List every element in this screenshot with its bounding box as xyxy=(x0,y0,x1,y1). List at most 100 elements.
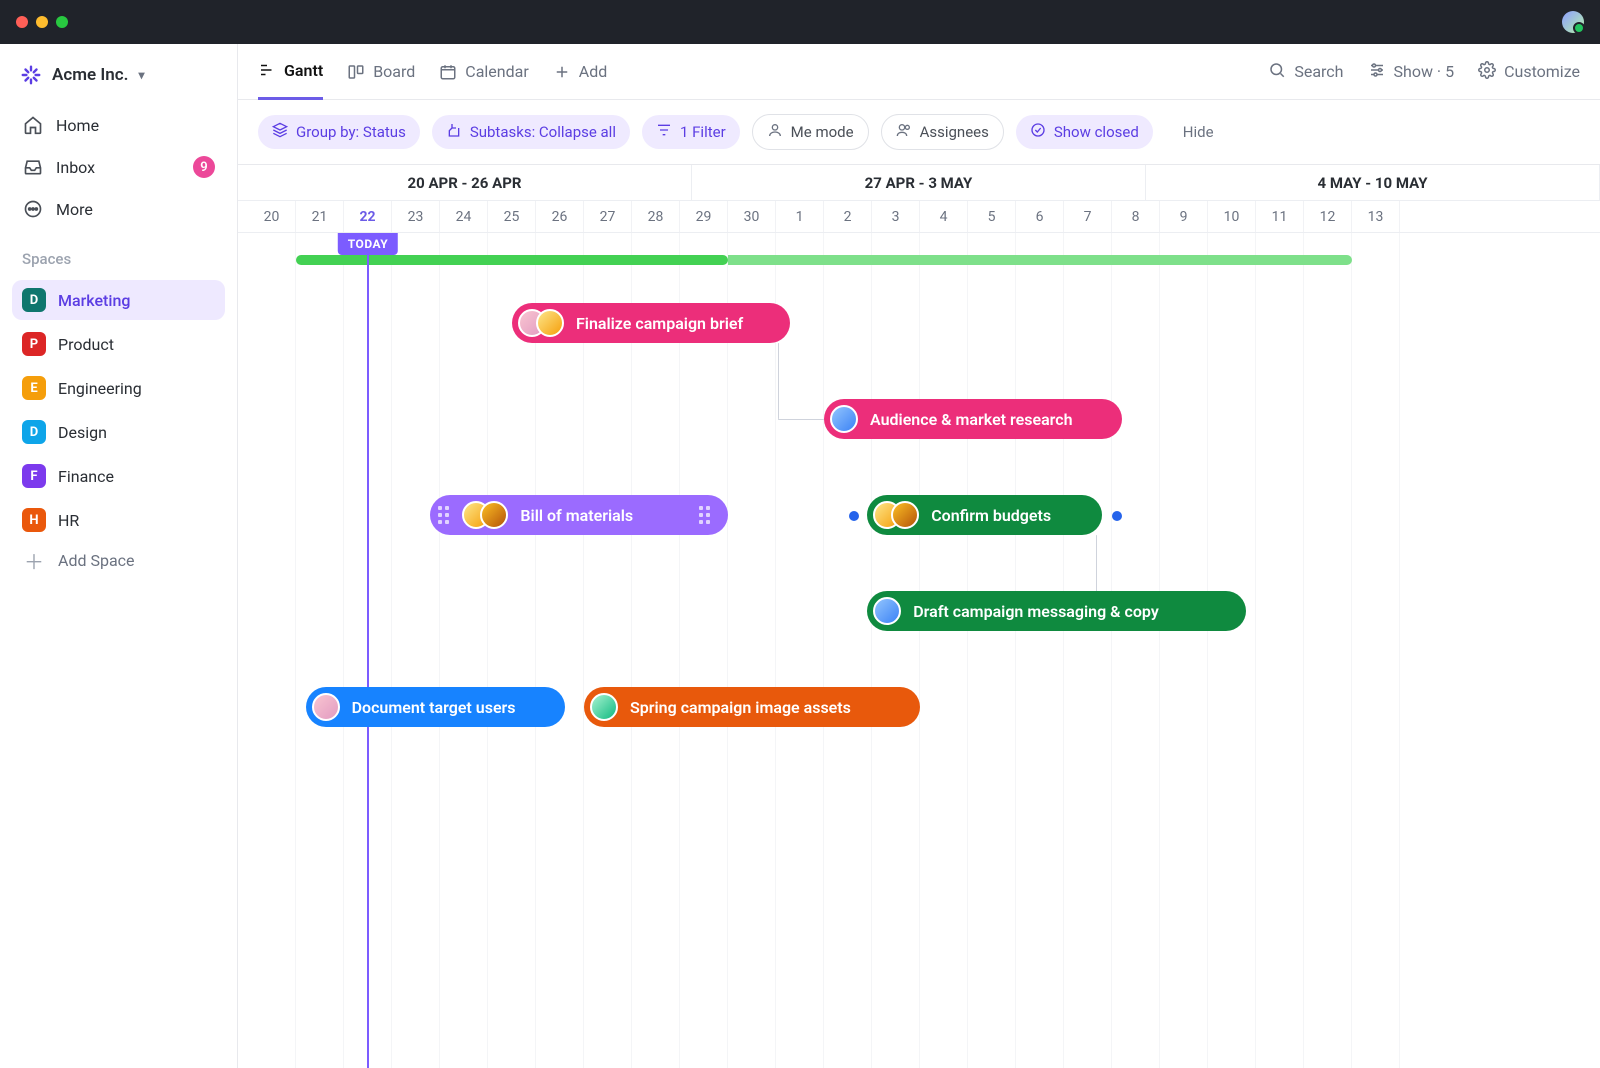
sidebar-space-marketing[interactable]: D Marketing xyxy=(12,280,225,320)
avatar[interactable] xyxy=(312,693,340,721)
assignee-avatars[interactable] xyxy=(873,501,919,529)
calendar-icon xyxy=(439,63,457,81)
filter-pill[interactable]: 1 Filter xyxy=(642,115,740,149)
day-header[interactable]: 3 xyxy=(872,201,920,232)
sidebar-space-hr[interactable]: H HR xyxy=(12,500,225,540)
drag-handle-icon[interactable] xyxy=(436,506,450,524)
me-mode-pill[interactable]: Me mode xyxy=(752,114,869,150)
subtasks-label: Subtasks: Collapse all xyxy=(470,123,616,141)
task-bar[interactable]: Spring campaign image assets xyxy=(584,687,920,727)
task-label: Confirm budgets xyxy=(931,506,1051,525)
task-bar[interactable]: Finalize campaign brief xyxy=(512,303,790,343)
day-header[interactable]: 11 xyxy=(1256,201,1304,232)
day-header[interactable]: 24 xyxy=(440,201,488,232)
sidebar-item-inbox[interactable]: Inbox 9 xyxy=(12,148,225,186)
day-header[interactable]: 29 xyxy=(680,201,728,232)
day-header[interactable]: 26 xyxy=(536,201,584,232)
avatar[interactable] xyxy=(590,693,618,721)
task-label: Document target users xyxy=(352,698,516,717)
tab-gantt[interactable]: Gantt xyxy=(258,44,323,100)
day-header[interactable]: 2 xyxy=(824,201,872,232)
space-label: Marketing xyxy=(58,291,130,310)
sidebar-item-more[interactable]: More xyxy=(12,190,225,228)
day-header[interactable]: 9 xyxy=(1160,201,1208,232)
group-by-pill[interactable]: Group by: Status xyxy=(258,115,420,149)
day-header[interactable]: 10 xyxy=(1208,201,1256,232)
gantt-canvas[interactable]: TODAY Finalize campaign brief Audience & m… xyxy=(238,233,1600,1068)
sidebar-space-design[interactable]: D Design xyxy=(12,412,225,452)
tab-board[interactable]: Board xyxy=(347,44,415,100)
task-label: Bill of materials xyxy=(520,506,633,525)
avatar[interactable] xyxy=(830,405,858,433)
week-header: 4 MAY - 10 MAY xyxy=(1146,165,1600,200)
drag-handle-icon[interactable] xyxy=(698,506,712,524)
day-header[interactable]: 7 xyxy=(1064,201,1112,232)
sidebar-item-home[interactable]: Home xyxy=(12,106,225,144)
day-header[interactable]: 23 xyxy=(392,201,440,232)
day-header[interactable]: 25 xyxy=(488,201,536,232)
tab-label: Add xyxy=(579,62,607,81)
day-header[interactable]: 1 xyxy=(776,201,824,232)
task-bar[interactable]: Audience & market research xyxy=(824,399,1122,439)
today-badge: TODAY xyxy=(338,233,398,255)
avatar[interactable] xyxy=(480,501,508,529)
avatar[interactable] xyxy=(891,501,919,529)
assignee-avatars[interactable] xyxy=(590,693,618,721)
day-header[interactable]: 28 xyxy=(632,201,680,232)
day-header[interactable]: 27 xyxy=(584,201,632,232)
sprint-bar[interactable] xyxy=(296,255,728,265)
sidebar-space-finance[interactable]: F Finance xyxy=(12,456,225,496)
sprint-bar[interactable] xyxy=(728,255,1352,265)
inbox-badge: 9 xyxy=(193,156,215,178)
workspace-switcher[interactable]: Acme Inc. ▾ xyxy=(12,60,225,102)
avatar[interactable] xyxy=(536,309,564,337)
customize-button[interactable]: Customize xyxy=(1478,61,1580,83)
hide-button[interactable]: Hide xyxy=(1183,123,1214,141)
day-header[interactable]: 20 xyxy=(248,201,296,232)
add-space-button[interactable]: ＋ Add Space xyxy=(12,540,225,580)
filter-icon xyxy=(656,122,672,142)
close-icon[interactable] xyxy=(16,16,28,28)
sidebar-space-engineering[interactable]: E Engineering xyxy=(12,368,225,408)
task-bar[interactable]: Document target users xyxy=(306,687,565,727)
day-header[interactable]: 12 xyxy=(1304,201,1352,232)
day-header[interactable]: 21 xyxy=(296,201,344,232)
maximize-icon[interactable] xyxy=(56,16,68,28)
assignees-pill[interactable]: Assignees xyxy=(881,114,1004,150)
day-header[interactable]: 13 xyxy=(1352,201,1400,232)
spaces-section-label: Spaces xyxy=(12,228,225,276)
avatar[interactable] xyxy=(1562,11,1584,33)
day-header[interactable]: 5 xyxy=(968,201,1016,232)
assignee-avatars[interactable] xyxy=(312,693,340,721)
task-bar[interactable]: Draft campaign messaging & copy xyxy=(867,591,1246,631)
sliders-icon xyxy=(1368,61,1386,83)
assignee-avatars[interactable] xyxy=(873,597,901,625)
tab-add[interactable]: Add xyxy=(553,44,607,100)
show-button[interactable]: Show · 5 xyxy=(1368,61,1455,83)
inbox-icon xyxy=(22,156,44,178)
task-bar[interactable]: Confirm budgets xyxy=(867,495,1102,535)
assignee-avatars[interactable] xyxy=(518,309,564,337)
day-header[interactable]: 4 xyxy=(920,201,968,232)
subtasks-pill[interactable]: Subtasks: Collapse all xyxy=(432,115,630,149)
day-header[interactable]: 22 xyxy=(344,201,392,232)
day-header[interactable]: 30 xyxy=(728,201,776,232)
space-chip: P xyxy=(22,332,46,356)
minimize-icon[interactable] xyxy=(36,16,48,28)
subtasks-icon xyxy=(446,122,462,142)
tab-calendar[interactable]: Calendar xyxy=(439,44,528,100)
task-label: Draft campaign messaging & copy xyxy=(913,602,1159,621)
sidebar-space-product[interactable]: P Product xyxy=(12,324,225,364)
show-closed-pill[interactable]: Show closed xyxy=(1016,115,1153,149)
day-header[interactable]: 8 xyxy=(1112,201,1160,232)
task-bar[interactable]: Bill of materials xyxy=(430,495,728,535)
assignees-label: Assignees xyxy=(920,123,989,141)
show-closed-label: Show closed xyxy=(1054,123,1139,141)
search-icon xyxy=(1268,61,1286,83)
assignee-avatars[interactable] xyxy=(830,405,858,433)
assignee-avatars[interactable] xyxy=(462,501,508,529)
tab-label: Gantt xyxy=(284,61,323,80)
avatar[interactable] xyxy=(873,597,901,625)
day-header[interactable]: 6 xyxy=(1016,201,1064,232)
search-button[interactable]: Search xyxy=(1268,61,1343,83)
